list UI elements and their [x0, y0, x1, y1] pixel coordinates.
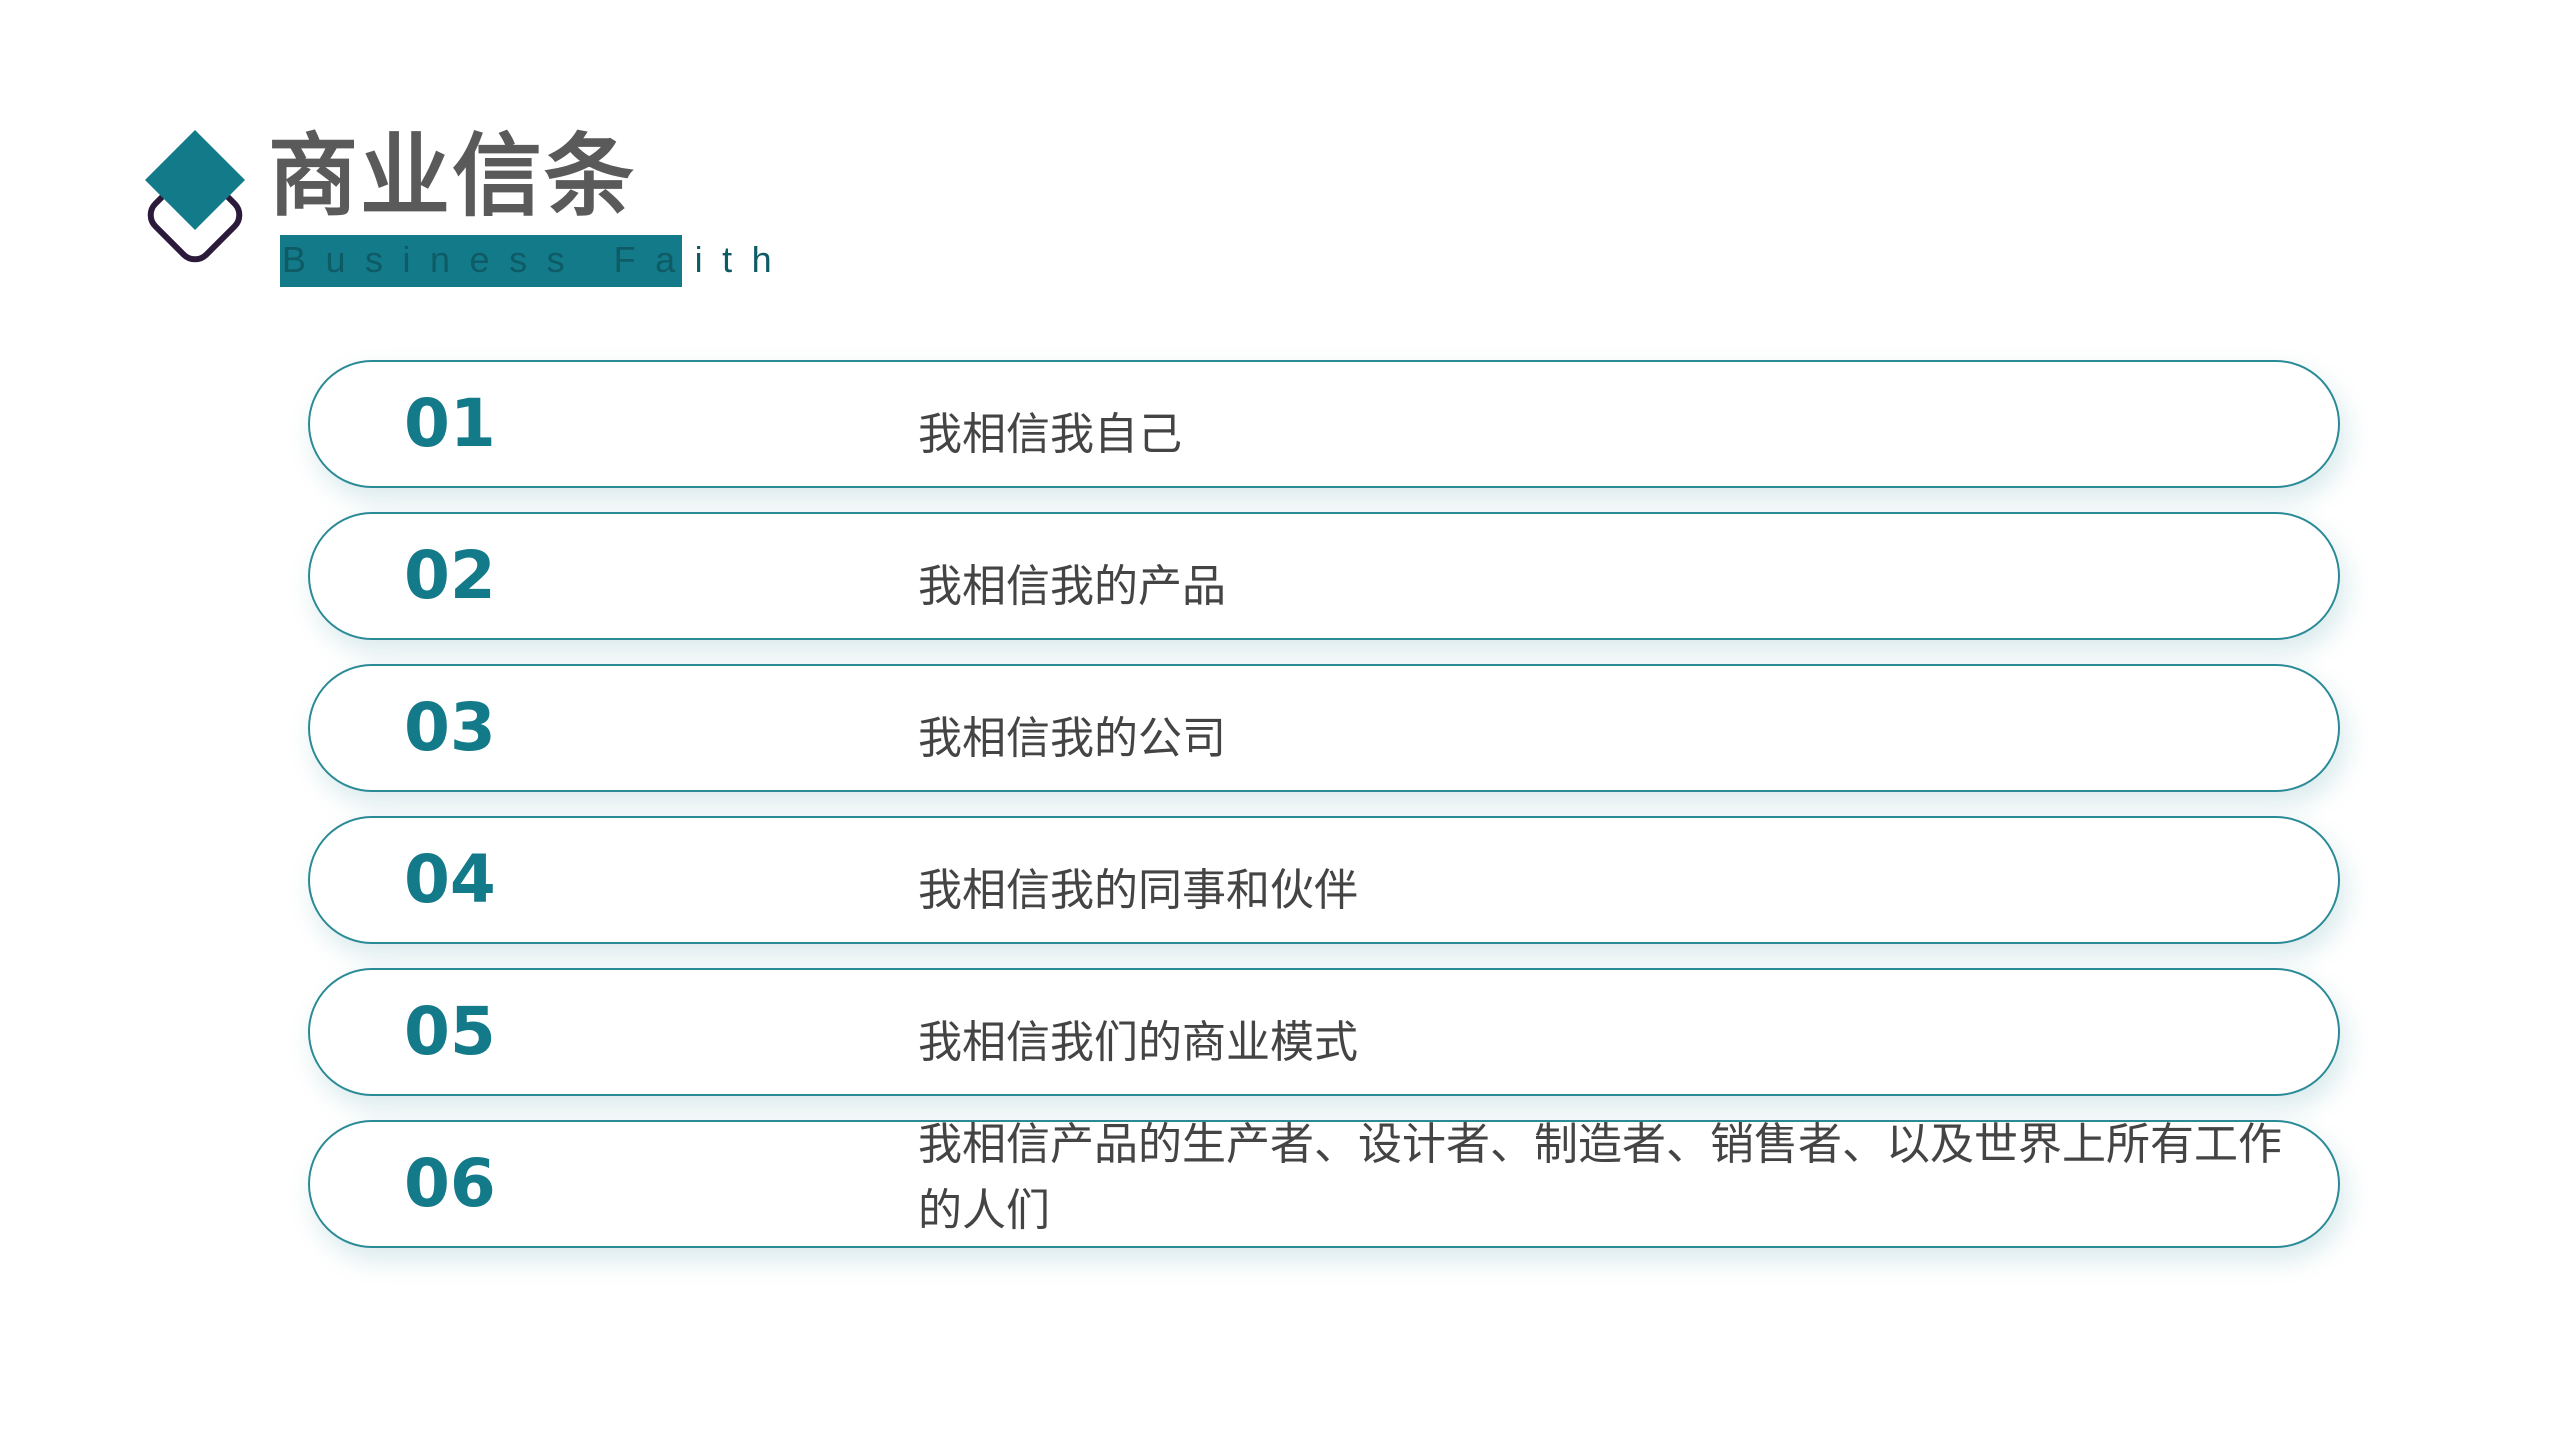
faith-item-04: 04 我相信我的同事和伙伴: [308, 816, 2340, 944]
faith-item-05: 05 我相信我们的商业模式: [308, 968, 2340, 1096]
item-text: 我相信我自己: [918, 409, 1182, 460]
faith-item-03: 03 我相信我的公司: [308, 664, 2340, 792]
item-number: 01: [404, 385, 496, 462]
item-number: 02: [404, 537, 496, 614]
item-text: 我相信我的公司: [918, 713, 1226, 764]
faith-item-01: 01 我相信我自己: [308, 360, 2340, 488]
page-subtitle: Business Faith: [282, 239, 792, 280]
diamond-logo-icon: [145, 130, 245, 263]
item-text: 我相信产品的生产者、设计者、制造者、销售者、以及世界上所有工作的人们: [918, 1119, 2282, 1236]
item-text: 我相信我的同事和伙伴: [918, 865, 1358, 916]
item-number: 03: [404, 689, 496, 766]
item-number: 04: [404, 841, 496, 918]
item-text: 我相信我的产品: [918, 561, 1226, 612]
page-title: 商业信条: [268, 124, 636, 229]
subtitle-banner: Business Faith: [280, 235, 772, 287]
faith-item-02: 02 我相信我的产品: [308, 512, 2340, 640]
item-text: 我相信我们的商业模式: [918, 1017, 1358, 1068]
faith-item-06: 06 我相信产品的生产者、设计者、制造者、销售者、以及世界上所有工作的人们: [308, 1119, 2340, 1248]
item-number: 06: [404, 1145, 496, 1222]
item-number: 05: [404, 993, 496, 1070]
faith-list: 01 我相信我自己 02 我相信我的产品 03 我相信我的公司 04 我相信我的…: [308, 360, 2340, 1272]
